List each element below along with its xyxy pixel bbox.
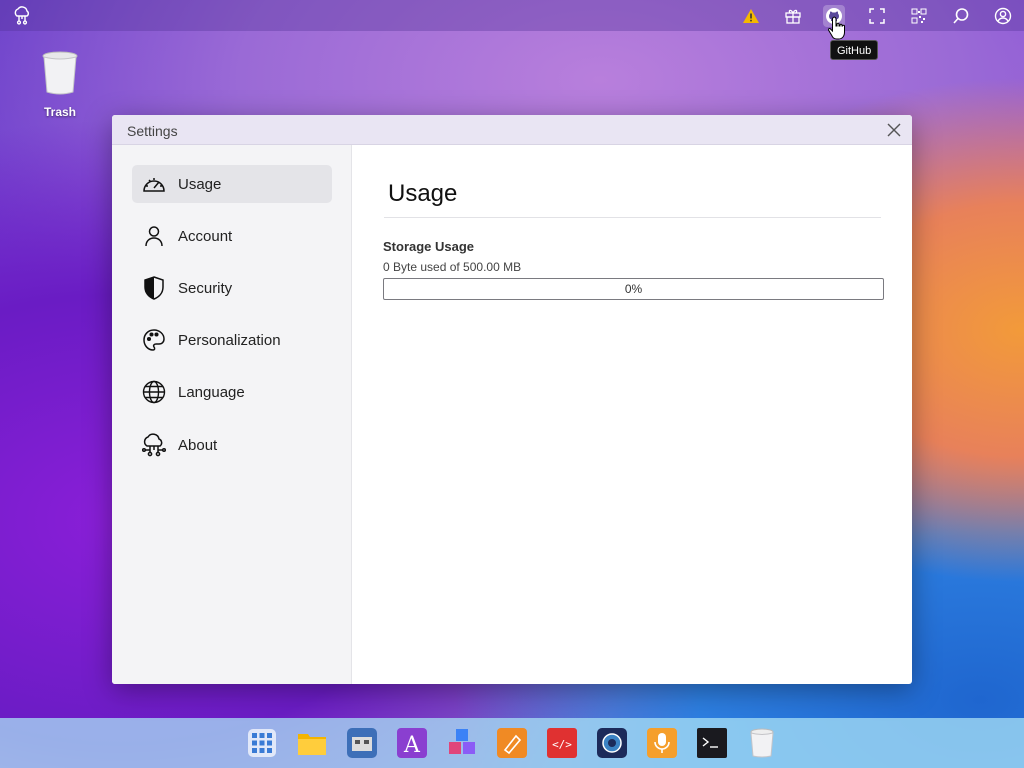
shield-icon — [140, 274, 168, 302]
svg-text:A: A — [403, 733, 421, 758]
gift-icon[interactable] — [782, 5, 804, 27]
svg-text:</>: </> — [552, 738, 572, 751]
storage-usage-summary: 0 Byte used of 500.00 MB — [383, 260, 522, 274]
code-editor-icon[interactable]: </> — [547, 728, 577, 758]
hand-cursor-icon — [827, 16, 846, 40]
store-icon[interactable] — [347, 728, 377, 758]
files-icon[interactable] — [297, 728, 327, 758]
recorder-icon[interactable] — [647, 728, 677, 758]
sidebar-item-personalization[interactable]: Personalization — [132, 321, 332, 359]
sidebar-item-account[interactable]: Account — [132, 217, 332, 255]
settings-content: Usage Storage Usage 0 Byte used of 500.0… — [353, 145, 912, 684]
sidebar-item-label: Usage — [178, 175, 222, 193]
trash-icon[interactable] — [747, 728, 777, 758]
fullscreen-icon[interactable] — [866, 5, 888, 27]
sidebar-item-label: Language — [178, 383, 245, 401]
text-editor-icon[interactable]: A — [397, 728, 427, 758]
search-icon[interactable] — [950, 5, 972, 27]
window-titlebar[interactable]: Settings — [112, 115, 912, 145]
sidebar-item-label: Security — [178, 279, 233, 297]
sidebar-item-usage[interactable]: Usage — [132, 165, 332, 203]
camera-icon[interactable] — [597, 728, 627, 758]
app-grid-icon[interactable] — [247, 728, 277, 758]
settings-sidebar: Usage Account Security Personalization L… — [112, 145, 352, 684]
close-icon[interactable] — [886, 122, 902, 138]
trash-icon — [40, 51, 80, 100]
progress-label: 0% — [624, 282, 643, 296]
window-title: Settings — [127, 123, 178, 139]
palette-icon — [140, 326, 168, 354]
storage-progress-bar: 0% — [383, 278, 884, 300]
sidebar-item-security[interactable]: Security — [132, 269, 332, 307]
sidebar-item-label: About — [178, 436, 218, 454]
speedometer-icon — [140, 170, 168, 198]
terminal-icon[interactable] — [697, 728, 727, 758]
sidebar-item-language[interactable]: Language — [132, 373, 332, 411]
page-title: Usage — [388, 180, 458, 207]
draw-icon[interactable] — [497, 728, 527, 758]
sidebar-item-label: Account — [178, 227, 233, 245]
cloud-logo-icon[interactable] — [12, 6, 32, 26]
globe-icon — [140, 378, 168, 406]
github-tooltip: GitHub — [830, 40, 879, 60]
user-icon[interactable] — [992, 5, 1014, 27]
divider — [384, 217, 881, 218]
cloud-network-icon — [140, 431, 168, 459]
person-icon — [140, 222, 168, 250]
settings-window: Settings Usage Account Security Personal… — [112, 115, 912, 684]
top-bar — [0, 0, 1024, 31]
sidebar-item-label: Personalization — [178, 331, 281, 349]
desktop-trash-label: Trash — [43, 105, 76, 119]
sidebar-item-about[interactable]: About — [132, 426, 332, 464]
dock: A </> — [0, 718, 1024, 768]
desktop-trash[interactable]: Trash — [30, 50, 90, 119]
storage-usage-title: Storage Usage — [383, 239, 475, 254]
cubes-icon[interactable] — [447, 728, 477, 758]
qr-code-icon[interactable] — [908, 5, 930, 27]
warning-icon[interactable] — [740, 5, 762, 27]
